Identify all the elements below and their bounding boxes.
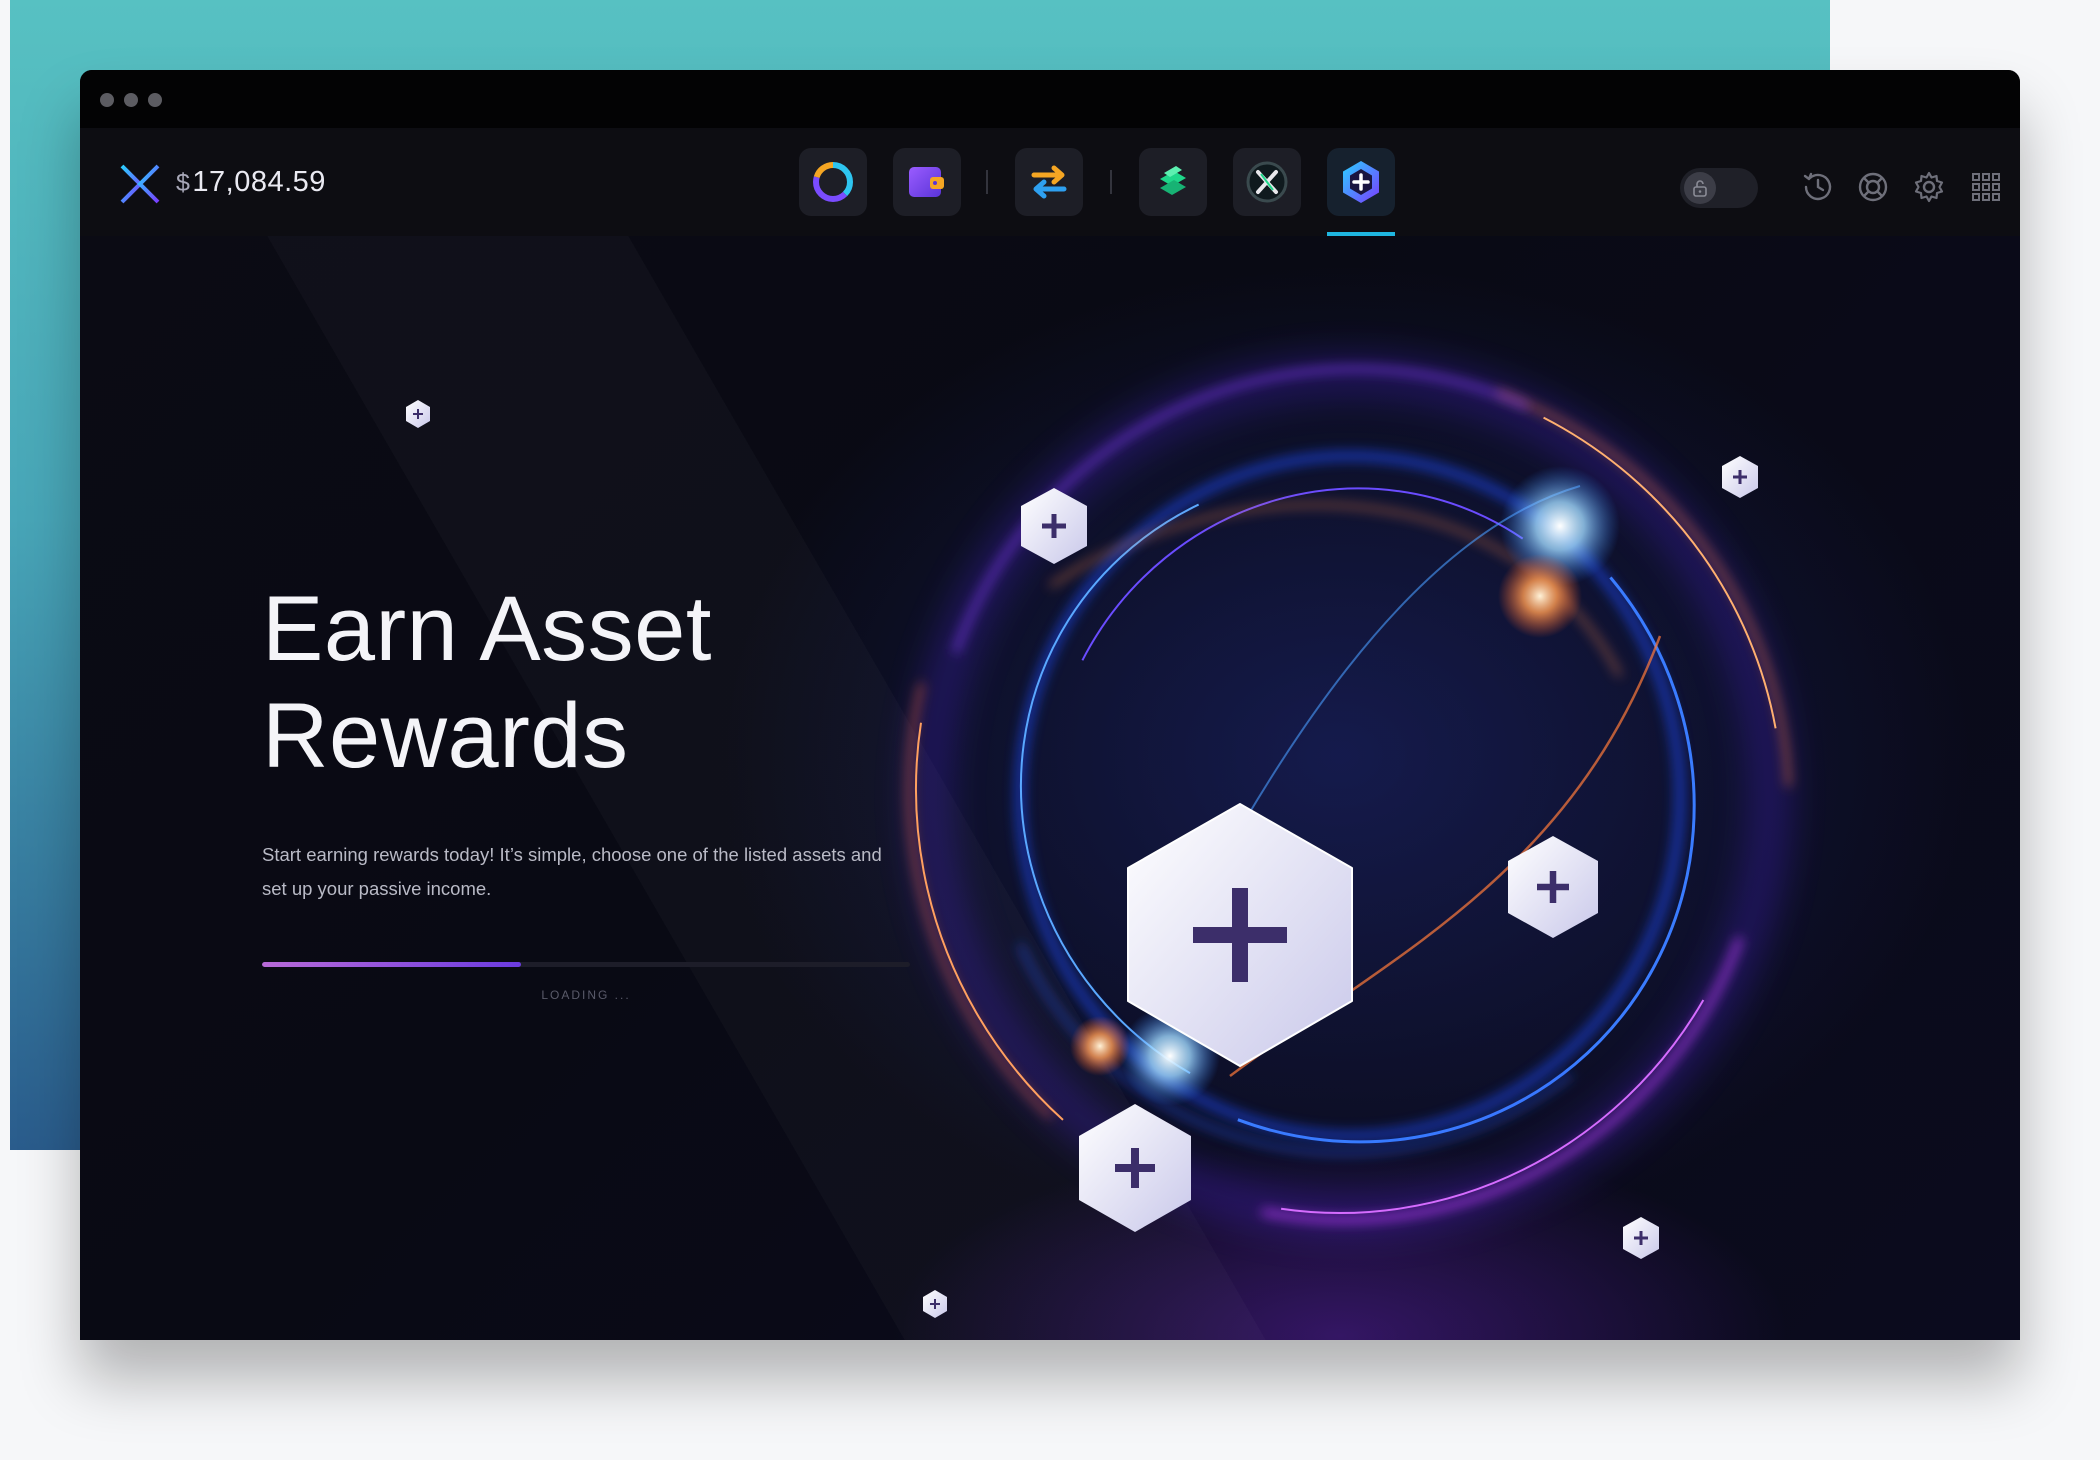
loading-progress-bar — [262, 962, 910, 967]
title-bar — [80, 70, 2020, 128]
portfolio-ring-icon — [813, 162, 853, 202]
rewards-hero-section: Earn Asset Rewards Start earning rewards… — [80, 236, 2020, 1340]
wallet-icon — [909, 167, 944, 197]
lock-toggle[interactable] — [1680, 168, 1758, 208]
toggle-knob — [1684, 172, 1716, 204]
app-window: $17,084.59 Earn Asset Rewards Start earn… — [80, 70, 2020, 1340]
rewards-hex-icon — [1343, 161, 1379, 203]
exchange-arrows-icon — [1031, 165, 1067, 199]
window-maximize-button[interactable] — [148, 93, 162, 107]
description-line-1: Start earning rewards today! It’s simple… — [262, 844, 882, 865]
unlock-icon — [1693, 180, 1707, 197]
app-tile-wallet[interactable] — [893, 148, 961, 216]
currency-symbol: $ — [176, 169, 191, 197]
description-line-2: set up your passive income. — [262, 878, 492, 899]
title-line-1: Earn Asset — [262, 578, 712, 680]
window-close-button[interactable] — [100, 93, 114, 107]
title-line-2: Rewards — [262, 685, 629, 787]
rewards-hex-tiny-icon — [1623, 1217, 1659, 1259]
history-icon[interactable] — [1799, 168, 1837, 206]
app-tile-portfolio[interactable] — [799, 148, 867, 216]
rewards-hex-tiny-icon — [406, 400, 430, 428]
rewards-hex-large-icon — [1127, 803, 1353, 1067]
rewards-hex-medium-icon — [1508, 836, 1598, 938]
top-nav-bar: $17,084.59 — [80, 128, 2020, 236]
loading-progress-fill — [262, 962, 522, 967]
balance-amount: 17,084.59 — [192, 166, 326, 198]
help-icon[interactable] — [1854, 168, 1892, 206]
rewards-hex-medium-icon — [1079, 1104, 1191, 1232]
app-tile-x-app[interactable] — [1233, 148, 1301, 216]
app-tile-exchange[interactable] — [1015, 148, 1083, 216]
rewards-hex-tiny-icon — [923, 1290, 947, 1318]
rewards-hex-small-icon — [1021, 488, 1087, 564]
app-tile-compound[interactable] — [1139, 148, 1207, 216]
rewards-hex-tiny-icon — [1722, 456, 1758, 498]
portfolio-balance: $17,084.59 — [176, 162, 326, 202]
apps-grid-icon[interactable] — [1967, 168, 2005, 206]
app-tile-rewards[interactable] — [1327, 148, 1395, 216]
hero-description: Start earning rewards today! It’s simple… — [262, 838, 942, 906]
loading-label: LOADING ... — [541, 988, 631, 1002]
exodus-logo-icon[interactable] — [118, 162, 162, 206]
window-minimize-button[interactable] — [124, 93, 138, 107]
nav-divider — [1110, 170, 1112, 194]
nav-divider — [986, 170, 988, 194]
settings-icon[interactable] — [1910, 168, 1948, 206]
page-title: Earn Asset Rewards — [262, 576, 862, 790]
compound-icon — [1160, 166, 1186, 195]
x-coin-icon — [1246, 161, 1288, 203]
